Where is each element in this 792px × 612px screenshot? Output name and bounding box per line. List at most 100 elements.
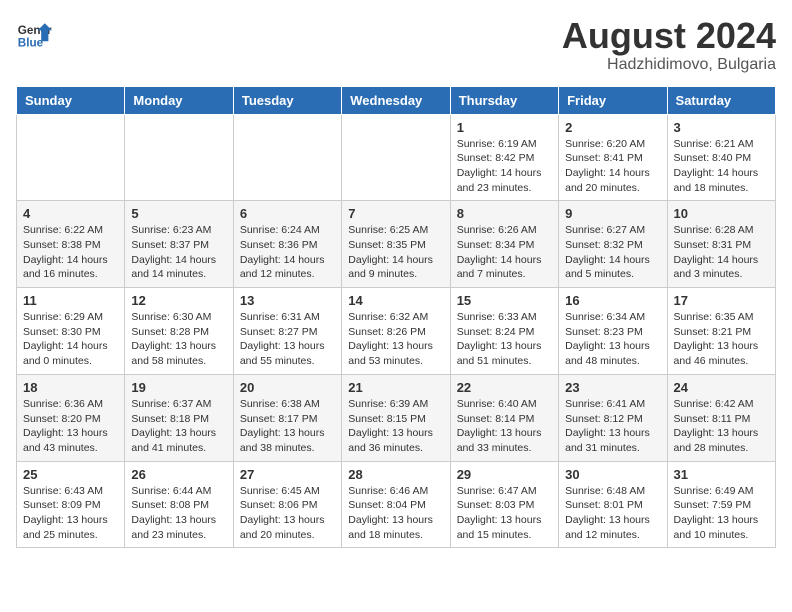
day-info: Sunrise: 6:19 AM Sunset: 8:42 PM Dayligh…	[457, 137, 552, 196]
day-number: 24	[674, 380, 769, 395]
day-info: Sunrise: 6:22 AM Sunset: 8:38 PM Dayligh…	[23, 223, 118, 282]
logo-icon: General Blue	[16, 16, 52, 52]
calendar-cell: 30Sunrise: 6:48 AM Sunset: 8:01 PM Dayli…	[559, 461, 667, 548]
day-number: 18	[23, 380, 118, 395]
day-number: 4	[23, 206, 118, 221]
day-number: 15	[457, 293, 552, 308]
day-number: 22	[457, 380, 552, 395]
day-info: Sunrise: 6:27 AM Sunset: 8:32 PM Dayligh…	[565, 223, 660, 282]
calendar-week-3: 11 Sunrise: 6:29 AM Sunset: 8:30 PM Dayli…	[17, 288, 776, 375]
day-info: Sunrise: 6:36 AM Sunset: 8:20 PM Dayligh…	[23, 397, 118, 456]
weekday-header-monday: Monday	[125, 86, 233, 114]
calendar-cell: 2 Sunrise: 6:20 AM Sunset: 8:41 PM Daylig…	[559, 114, 667, 201]
svg-text:Blue: Blue	[18, 37, 44, 50]
day-number: 10	[674, 206, 769, 221]
calendar-cell: 15Sunrise: 6:33 AM Sunset: 8:24 PM Dayli…	[450, 288, 558, 375]
logo: General Blue	[16, 16, 52, 52]
calendar-cell: 11 Sunrise: 6:29 AM Sunset: 8:30 PM Dayli…	[17, 288, 125, 375]
weekday-header-tuesday: Tuesday	[233, 86, 341, 114]
day-info: Sunrise: 6:48 AM Sunset: 8:01 PM Dayligh…	[565, 484, 660, 543]
weekday-header-saturday: Saturday	[667, 86, 775, 114]
calendar-cell: 22 Sunrise: 6:40 AM Sunset: 8:14 PM Dayli…	[450, 374, 558, 461]
calendar-cell: 29 Sunrise: 6:47 AM Sunset: 8:03 PM Dayli…	[450, 461, 558, 548]
day-info: Sunrise: 6:39 AM Sunset: 8:15 PM Dayligh…	[348, 397, 443, 456]
day-number: 2	[565, 120, 660, 135]
day-number: 20	[240, 380, 335, 395]
day-info: Sunrise: 6:37 AM Sunset: 8:18 PM Dayligh…	[131, 397, 226, 456]
day-info: Sunrise: 6:40 AM Sunset: 8:14 PM Dayligh…	[457, 397, 552, 456]
day-info: Sunrise: 6:21 AM Sunset: 8:40 PM Dayligh…	[674, 137, 769, 196]
day-number: 16	[565, 293, 660, 308]
calendar-cell: 21 Sunrise: 6:39 AM Sunset: 8:15 PM Dayli…	[342, 374, 450, 461]
calendar-cell: 28 Sunrise: 6:46 AM Sunset: 8:04 PM Dayli…	[342, 461, 450, 548]
day-number: 6	[240, 206, 335, 221]
calendar-cell: 16Sunrise: 6:34 AM Sunset: 8:23 PM Dayli…	[559, 288, 667, 375]
day-number: 14	[348, 293, 443, 308]
calendar-cell: 18 Sunrise: 6:36 AM Sunset: 8:20 PM Dayli…	[17, 374, 125, 461]
day-number: 17	[674, 293, 769, 308]
calendar-cell: 3 Sunrise: 6:21 AM Sunset: 8:40 PM Daylig…	[667, 114, 775, 201]
day-info: Sunrise: 6:45 AM Sunset: 8:06 PM Dayligh…	[240, 484, 335, 543]
weekday-header-thursday: Thursday	[450, 86, 558, 114]
day-number: 31	[674, 467, 769, 482]
title-area: August 2024 Hadzhidimovo, Bulgaria	[562, 16, 776, 74]
day-info: Sunrise: 6:29 AM Sunset: 8:30 PM Dayligh…	[23, 310, 118, 369]
calendar-cell: 1Sunrise: 6:19 AM Sunset: 8:42 PM Daylig…	[450, 114, 558, 201]
day-info: Sunrise: 6:44 AM Sunset: 8:08 PM Dayligh…	[131, 484, 226, 543]
day-number: 11	[23, 293, 118, 308]
calendar-cell: 24 Sunrise: 6:42 AM Sunset: 8:11 PM Dayli…	[667, 374, 775, 461]
day-number: 19	[131, 380, 226, 395]
weekday-header-friday: Friday	[559, 86, 667, 114]
calendar-cell: 12 Sunrise: 6:30 AM Sunset: 8:28 PM Dayli…	[125, 288, 233, 375]
day-info: Sunrise: 6:30 AM Sunset: 8:28 PM Dayligh…	[131, 310, 226, 369]
calendar-cell	[125, 114, 233, 201]
day-number: 9	[565, 206, 660, 221]
calendar-cell: 31Sunrise: 6:49 AM Sunset: 7:59 PM Dayli…	[667, 461, 775, 548]
calendar-cell: 20Sunrise: 6:38 AM Sunset: 8:17 PM Dayli…	[233, 374, 341, 461]
day-info: Sunrise: 6:42 AM Sunset: 8:11 PM Dayligh…	[674, 397, 769, 456]
day-info: Sunrise: 6:20 AM Sunset: 8:41 PM Dayligh…	[565, 137, 660, 196]
calendar-cell: 7 Sunrise: 6:25 AM Sunset: 8:35 PM Daylig…	[342, 201, 450, 288]
day-number: 29	[457, 467, 552, 482]
month-year-title: August 2024	[562, 16, 776, 56]
calendar-week-4: 18 Sunrise: 6:36 AM Sunset: 8:20 PM Dayli…	[17, 374, 776, 461]
day-number: 28	[348, 467, 443, 482]
calendar-cell: 4 Sunrise: 6:22 AM Sunset: 8:38 PM Daylig…	[17, 201, 125, 288]
day-number: 27	[240, 467, 335, 482]
day-info: Sunrise: 6:23 AM Sunset: 8:37 PM Dayligh…	[131, 223, 226, 282]
calendar-table: SundayMondayTuesdayWednesdayThursdayFrid…	[16, 86, 776, 549]
location-subtitle: Hadzhidimovo, Bulgaria	[562, 56, 776, 74]
calendar-cell: 8Sunrise: 6:26 AM Sunset: 8:34 PM Daylig…	[450, 201, 558, 288]
calendar-week-2: 4 Sunrise: 6:22 AM Sunset: 8:38 PM Daylig…	[17, 201, 776, 288]
calendar-header-row: SundayMondayTuesdayWednesdayThursdayFrid…	[17, 86, 776, 114]
day-number: 25	[23, 467, 118, 482]
day-info: Sunrise: 6:31 AM Sunset: 8:27 PM Dayligh…	[240, 310, 335, 369]
day-number: 3	[674, 120, 769, 135]
calendar-cell: 14 Sunrise: 6:32 AM Sunset: 8:26 PM Dayli…	[342, 288, 450, 375]
day-number: 7	[348, 206, 443, 221]
day-info: Sunrise: 6:46 AM Sunset: 8:04 PM Dayligh…	[348, 484, 443, 543]
calendar-cell: 27 Sunrise: 6:45 AM Sunset: 8:06 PM Dayli…	[233, 461, 341, 548]
calendar-cell: 26 Sunrise: 6:44 AM Sunset: 8:08 PM Dayli…	[125, 461, 233, 548]
calendar-cell: 25Sunrise: 6:43 AM Sunset: 8:09 PM Dayli…	[17, 461, 125, 548]
day-number: 26	[131, 467, 226, 482]
weekday-header-sunday: Sunday	[17, 86, 125, 114]
calendar-cell	[342, 114, 450, 201]
day-info: Sunrise: 6:47 AM Sunset: 8:03 PM Dayligh…	[457, 484, 552, 543]
calendar-week-1: 1Sunrise: 6:19 AM Sunset: 8:42 PM Daylig…	[17, 114, 776, 201]
day-info: Sunrise: 6:32 AM Sunset: 8:26 PM Dayligh…	[348, 310, 443, 369]
day-info: Sunrise: 6:25 AM Sunset: 8:35 PM Dayligh…	[348, 223, 443, 282]
calendar-cell: 9 Sunrise: 6:27 AM Sunset: 8:32 PM Daylig…	[559, 201, 667, 288]
day-number: 21	[348, 380, 443, 395]
calendar-cell: 6Sunrise: 6:24 AM Sunset: 8:36 PM Daylig…	[233, 201, 341, 288]
calendar-cell: 23Sunrise: 6:41 AM Sunset: 8:12 PM Dayli…	[559, 374, 667, 461]
calendar-cell: 5 Sunrise: 6:23 AM Sunset: 8:37 PM Daylig…	[125, 201, 233, 288]
day-number: 12	[131, 293, 226, 308]
calendar-body: 1Sunrise: 6:19 AM Sunset: 8:42 PM Daylig…	[17, 114, 776, 548]
calendar-cell: 17Sunrise: 6:35 AM Sunset: 8:21 PM Dayli…	[667, 288, 775, 375]
day-info: Sunrise: 6:41 AM Sunset: 8:12 PM Dayligh…	[565, 397, 660, 456]
calendar-cell	[17, 114, 125, 201]
day-number: 5	[131, 206, 226, 221]
calendar-cell: 10Sunrise: 6:28 AM Sunset: 8:31 PM Dayli…	[667, 201, 775, 288]
calendar-cell: 13Sunrise: 6:31 AM Sunset: 8:27 PM Dayli…	[233, 288, 341, 375]
